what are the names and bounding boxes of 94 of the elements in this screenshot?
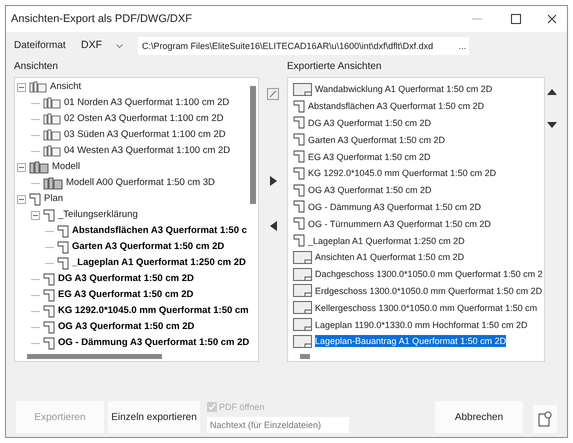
list-item[interactable]: DG A3 Querformat 1:50 cm 2D <box>308 116 432 129</box>
plan-icon <box>293 234 305 248</box>
plan-icon <box>57 240 69 254</box>
model-icon <box>29 160 49 174</box>
plan-icon <box>57 224 69 238</box>
maximize-icon[interactable] <box>511 14 521 24</box>
list-item[interactable]: OG - Türnummern A3 Querformat 1:50 cm 2D <box>308 218 491 230</box>
list-item[interactable]: OG - Dämmung A3 Querformat 1:50 cm 2D <box>308 200 482 213</box>
plan-icon <box>293 166 305 180</box>
plan-icon <box>293 150 305 164</box>
plan-icon <box>43 336 55 350</box>
plan-icon <box>57 256 69 270</box>
format-label: Dateiformat <box>14 39 66 53</box>
sheet-icon <box>293 301 312 314</box>
plan-icon <box>29 192 41 206</box>
tree-item[interactable]: KG 1292.0*1045.0 mm Querformat 1:50 cm <box>58 305 249 317</box>
tree-item[interactable]: DG A3 Querformat 1:50 cm 2D <box>58 273 194 285</box>
view-icon <box>29 81 47 93</box>
view-icon <box>43 129 61 141</box>
plan-icon <box>43 320 55 334</box>
view-icon <box>43 113 61 125</box>
collapse-icon[interactable] <box>31 210 40 220</box>
list-item[interactable]: Erdgeschoss 1300.0*1050.0 mm Querformat 1:50 cm 2D <box>315 284 542 297</box>
suffix-field[interactable]: Nachtext (für Einzeldateien) <box>207 417 349 433</box>
plan-icon <box>293 217 305 230</box>
plan-icon <box>43 208 55 222</box>
list-item[interactable]: Dachgeschoss 1300.0*1050.0 mm Querformat 1:50 cm 2 <box>315 268 543 280</box>
list-item[interactable]: Wandabwicklung A1 Querformat 1:50 cm 2D <box>315 83 492 96</box>
list-item[interactable]: Lageplan 1190.0*1330.0 mm Hochformat 1:50 cm 2D <box>315 318 528 331</box>
cancel-button[interactable]: Abbrechen <box>435 401 523 433</box>
plan-icon <box>293 184 305 197</box>
list-item[interactable]: EG A3 Querformat 1:50 cm 2D <box>308 150 431 163</box>
horizontal-scrollbar[interactable] <box>300 354 310 359</box>
tree-item[interactable]: _Lageplan A1 Querformat 1:250 cm 2D <box>72 257 246 269</box>
sheet-icon <box>293 250 312 264</box>
move-down-icon[interactable] <box>547 122 557 128</box>
help-button[interactable] <box>533 405 557 433</box>
check-icon <box>208 403 216 412</box>
sheet-icon <box>293 334 312 348</box>
chevron-down-icon <box>116 44 123 48</box>
document-info-icon <box>538 411 552 427</box>
plan-icon <box>43 304 55 318</box>
tree-item[interactable]: Plan <box>44 193 64 205</box>
sheet-icon <box>293 82 312 96</box>
plan-icon <box>43 272 55 286</box>
tree-item[interactable]: OG - Dämmung A3 Querformat 1:50 cm 2D <box>58 337 250 349</box>
path-field[interactable]: C:\Program Files\EliteSuite16\ELITECAD16AR\u\1600\int\dxf\dflt\Dxf.dxd <box>138 37 456 55</box>
browse-button[interactable]: ... <box>456 37 469 55</box>
tree-item[interactable]: 01 Norden A3 Querformat 1:100 cm 2D <box>64 97 230 109</box>
sheet-icon <box>293 268 312 281</box>
views-label: Ansichten <box>14 60 59 74</box>
plan-icon <box>293 133 305 146</box>
collapse-icon[interactable] <box>17 162 26 172</box>
plan-icon <box>293 200 305 214</box>
list-item[interactable]: KG 1292.0*1045.0 mm Querformat 1:50 cm 2D <box>308 167 496 180</box>
collapse-icon[interactable] <box>17 82 26 92</box>
edit-icon[interactable] <box>267 88 279 100</box>
model-icon <box>43 176 63 190</box>
remove-arrow-icon[interactable] <box>270 221 276 231</box>
list-item[interactable]: Abstandsflächen A3 Querformat 1:50 cm 2D <box>308 100 484 112</box>
vertical-scrollbar[interactable] <box>250 86 256 204</box>
tree-item[interactable]: Modell A00 Querformat 1:50 cm 3D <box>66 177 215 189</box>
horizontal-scrollbar[interactable] <box>27 354 162 359</box>
close-icon[interactable] <box>547 14 557 24</box>
window-title: Ansichten-Export als PDF/DWG/DXF <box>11 12 193 27</box>
tree-item[interactable]: 02 Osten A3 Querformat 1:100 cm 2D <box>64 113 224 125</box>
sheet-icon <box>293 318 312 332</box>
move-up-icon[interactable] <box>547 89 557 95</box>
list-item[interactable]: OG A3 Querformat 1:50 cm 2D <box>308 184 432 196</box>
tree-item[interactable]: 03 Süden A3 Querformat 1:100 cm 2D <box>64 129 226 141</box>
pdf-open-label: PDF öffnen <box>219 400 264 414</box>
list-item[interactable]: Ansichten A1 Querformat 1:50 cm 2D <box>315 251 464 264</box>
list-item[interactable]: Garten A3 Querformat 1:50 cm 2D <box>308 134 446 146</box>
exported-views-label: Exportierte Ansichten <box>287 60 382 74</box>
view-icon <box>43 145 61 157</box>
collapse-icon[interactable] <box>17 194 26 204</box>
tree-item[interactable]: Garten A3 Querformat 1:50 cm 2D <box>72 241 224 253</box>
tree-item[interactable]: _Teilungserklärung <box>58 209 138 221</box>
list-item[interactable]: Lageplan-Bauantrag A1 Querformat 1:50 cm 2D <box>315 335 506 348</box>
tree-item[interactable]: 04 Westen A3 Querformat 1:100 cm 2D <box>64 145 230 157</box>
tree-item[interactable]: Modell <box>52 161 80 173</box>
plan-icon <box>293 116 305 130</box>
tree-item[interactable]: EG A3 Querformat 1:50 cm 2D <box>58 289 194 301</box>
tree-item[interactable]: Ansicht <box>50 81 82 93</box>
plan-icon <box>293 100 305 113</box>
list-item[interactable]: _Lageplan A1 Querformat 1:250 cm 2D <box>308 234 465 247</box>
tree-item[interactable]: Abstandsflächen A3 Querformat 1:50 c <box>72 225 247 237</box>
single-export-button[interactable]: Einzeln exportieren <box>108 401 200 433</box>
add-arrow-icon[interactable] <box>270 176 276 186</box>
view-icon <box>43 97 61 109</box>
tree-item[interactable]: OG A3 Querformat 1:50 cm 2D <box>58 321 194 333</box>
list-item[interactable]: Kellergeschoss 1300.0*1050.0 mm Querformat 1:50 cm <box>315 302 538 314</box>
sheet-icon <box>293 284 312 298</box>
plan-icon <box>43 288 55 302</box>
